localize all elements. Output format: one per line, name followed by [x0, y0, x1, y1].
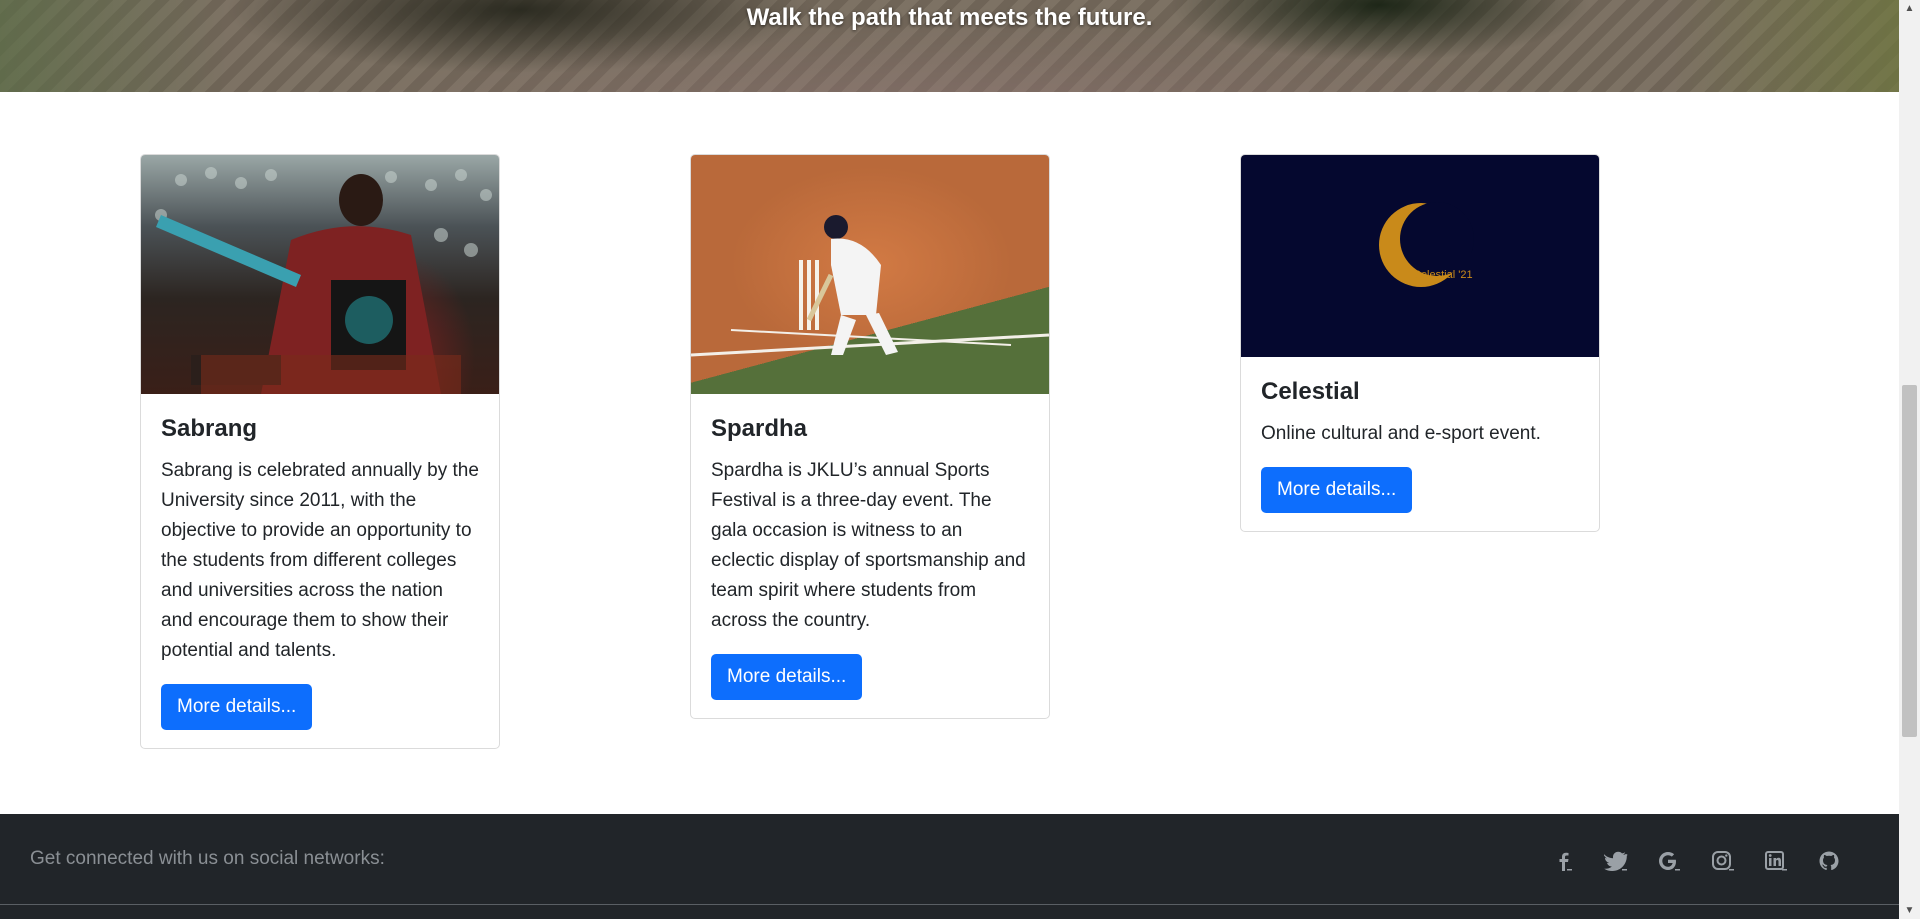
event-card-sabrang: Sabrang Sabrang is celebrated annually b…	[140, 154, 500, 749]
twitter-icon[interactable]	[1601, 846, 1631, 876]
card-description: Sabrang is celebrated annually by the Un…	[161, 460, 479, 661]
card-title: Sabrang	[161, 415, 258, 442]
more-details-button[interactable]: More details...	[1261, 467, 1413, 513]
footer: Get connected with us on social networks…	[0, 814, 1899, 919]
hero-banner: Walk the path that meets the future.	[0, 0, 1899, 92]
event-card-spardha: Spardha Spardha is JKLU’s annual Sports …	[690, 154, 1050, 719]
footer-divider	[0, 904, 1899, 905]
celestial-logo-text: Celestial '21	[1413, 269, 1473, 281]
facebook-icon[interactable]	[1549, 846, 1579, 876]
scroll-up-arrow-icon[interactable]: ▲	[1899, 0, 1920, 17]
more-details-button[interactable]: More details...	[711, 654, 863, 700]
more-details-button[interactable]: More details...	[161, 684, 313, 730]
google-icon[interactable]	[1654, 846, 1684, 876]
scrollbar-thumb[interactable]	[1902, 385, 1917, 737]
sabrang-image	[141, 155, 499, 394]
footer-social-text: Get connected with us on social networks…	[30, 848, 385, 869]
card-title: Celestial	[1261, 378, 1360, 405]
card-description: Online cultural and e-sport event.	[1261, 423, 1541, 444]
celestial-image: Celestial '21	[1241, 155, 1599, 357]
event-card-celestial: Celestial '21 Celestial Online cultural …	[1240, 154, 1600, 532]
github-icon[interactable]	[1814, 846, 1844, 876]
card-description: Spardha is JKLU’s annual Sports Festival…	[711, 460, 1026, 631]
hero-caption: Walk the path that meets the future.	[746, 4, 1153, 31]
instagram-icon[interactable]	[1708, 846, 1738, 876]
linkedin-icon[interactable]	[1761, 846, 1791, 876]
spardha-image	[691, 155, 1049, 394]
scroll-down-arrow-icon[interactable]: ▼	[1899, 902, 1920, 919]
card-title: Spardha	[711, 415, 808, 442]
